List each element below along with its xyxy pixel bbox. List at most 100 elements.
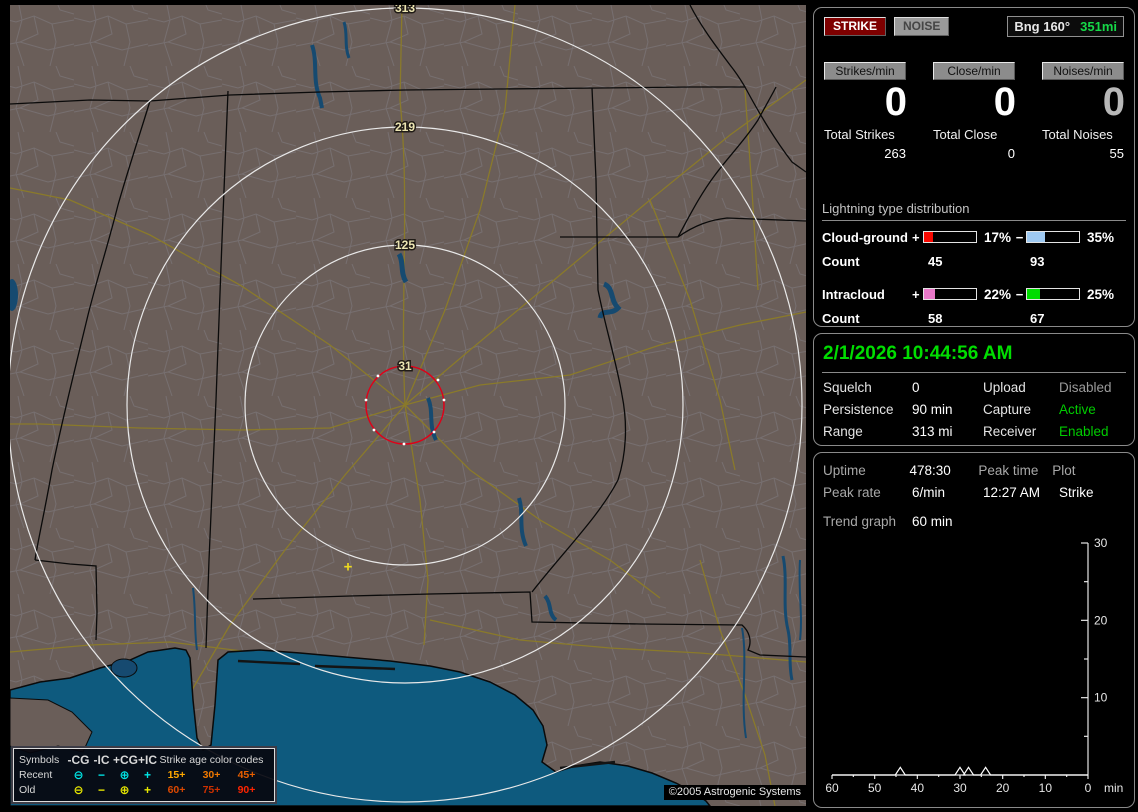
cg-plus-pct: 17% bbox=[984, 229, 1012, 245]
peak-rate-value: 6/min bbox=[912, 485, 946, 500]
peak-time-label: Peak time bbox=[978, 463, 1039, 478]
bearing-readout: Bng 160° 351mi bbox=[1007, 15, 1124, 37]
squelch-label: Squelch bbox=[823, 380, 872, 395]
upload-label: Upload bbox=[983, 380, 1026, 395]
ring-label-313: 313 bbox=[395, 5, 415, 15]
circle-minus-icon: ⊖ bbox=[73, 782, 84, 797]
circle-plus-icon: ⊕ bbox=[119, 782, 130, 797]
cg-minus-bar bbox=[1026, 231, 1080, 243]
total-close-label: Total Close bbox=[933, 127, 998, 142]
ic-minus-pct: 25% bbox=[1087, 286, 1115, 302]
age-75: 75+ bbox=[202, 783, 221, 796]
age-15: 15+ bbox=[167, 768, 186, 781]
status-row: Persistence 90 min Capture Active bbox=[822, 402, 1126, 417]
cg-plus-bar bbox=[923, 231, 977, 243]
age-30: 30+ bbox=[202, 768, 221, 781]
range-label: Range bbox=[823, 424, 863, 439]
svg-text:10: 10 bbox=[1039, 781, 1053, 795]
noises-counter: Noises/min 0 Total Noises 55 bbox=[1042, 62, 1125, 161]
minus-sign: − bbox=[1015, 229, 1024, 245]
squelch-value: 0 bbox=[912, 380, 920, 395]
strike-symbol: + bbox=[344, 559, 353, 576]
ring-label-31: 31 bbox=[398, 359, 412, 373]
uptime-label: Uptime bbox=[823, 463, 866, 478]
ring-label-125: 125 bbox=[395, 238, 415, 252]
cloud-ground-row: Cloud-ground + 17% − 35% bbox=[822, 229, 1126, 245]
age-90: 90+ bbox=[237, 783, 256, 796]
total-noises-value: 55 bbox=[1109, 146, 1124, 161]
svg-text:20: 20 bbox=[1094, 613, 1108, 627]
map-legend: Symbols -CG -IC +CG +IC Strike age color… bbox=[13, 748, 275, 802]
trend-panel: Uptime 478:30 Peak time Plot Peak rate 6… bbox=[813, 452, 1135, 808]
legend-recent-label: Recent bbox=[19, 768, 53, 781]
ic-minus-count: 67 bbox=[1029, 311, 1045, 326]
total-close-value: 0 bbox=[1007, 146, 1015, 161]
noises-per-min-label: Noises/min bbox=[1042, 62, 1124, 80]
bearing-value: Bng 160° bbox=[1014, 18, 1071, 34]
legend-header-row: Symbols -CG -IC +CG +IC Strike age color… bbox=[19, 752, 272, 767]
legend-old-label: Old bbox=[19, 783, 36, 796]
trend-chart: 10 20 30 60 50 40 30 20 10 0 min bbox=[825, 536, 1123, 795]
circle-minus-icon: ⊖ bbox=[73, 767, 84, 782]
minus-icon: − bbox=[97, 782, 105, 797]
distribution-title: Lightning type distribution bbox=[822, 201, 1126, 221]
status-row: Range 313 mi Receiver Enabled bbox=[822, 424, 1126, 439]
copyright-label: ©2005 Astrogenic Systems bbox=[663, 785, 806, 800]
close-per-min-label: Close/min bbox=[933, 62, 1015, 80]
legend-age-header: Strike age color codes bbox=[159, 753, 264, 766]
receiver-status: Enabled bbox=[1059, 424, 1109, 439]
trend-window-value: 60 min bbox=[912, 514, 953, 529]
capture-status: Active bbox=[1059, 402, 1096, 417]
upload-status: Disabled bbox=[1059, 380, 1112, 395]
close-per-min-value: 0 bbox=[993, 80, 1016, 124]
svg-text:40: 40 bbox=[911, 781, 925, 795]
ic-minus-bar bbox=[1026, 288, 1080, 300]
capture-label: Capture bbox=[983, 402, 1032, 417]
strike-map[interactable]: 313 219 125 31 + Symbols -CG -IC +CG +IC… bbox=[10, 5, 806, 806]
cg-plus-count: 45 bbox=[927, 254, 943, 269]
svg-text:50: 50 bbox=[868, 781, 882, 795]
strikes-counter: Strikes/min 0 Total Strikes 263 bbox=[824, 62, 907, 161]
circle-plus-icon: ⊕ bbox=[119, 767, 130, 782]
cloud-ground-count-row: Count 45 93 bbox=[822, 254, 1126, 270]
status-panel: 2/1/2026 10:44:56 AM Squelch 0 Upload Di… bbox=[813, 333, 1135, 446]
count-label: Count bbox=[822, 254, 860, 269]
svg-text:20: 20 bbox=[996, 781, 1010, 795]
counters-panel: STRIKE NOISE Bng 160° 351mi Strikes/min … bbox=[813, 7, 1135, 327]
minus-sign: − bbox=[1015, 286, 1024, 302]
datetime-display: 2/1/2026 10:44:56 AM bbox=[822, 342, 1126, 373]
svg-text:30: 30 bbox=[953, 781, 967, 795]
cg-minus-count: 93 bbox=[1029, 254, 1045, 269]
plot-label: Plot bbox=[1052, 463, 1076, 478]
intracloud-count-row: Count 58 67 bbox=[822, 311, 1126, 327]
plus-icon: + bbox=[143, 782, 151, 797]
svg-text:30: 30 bbox=[1094, 536, 1108, 550]
total-noises-label: Total Noises bbox=[1042, 127, 1113, 142]
age-60: 60+ bbox=[167, 783, 186, 796]
app-window: 313 219 125 31 + Symbols -CG -IC +CG +IC… bbox=[0, 0, 1138, 812]
trend-graph-label: Trend graph bbox=[823, 514, 897, 529]
status-row: Squelch 0 Upload Disabled bbox=[822, 380, 1126, 395]
close-counter: Close/min 0 Total Close 0 bbox=[933, 62, 1016, 161]
cloud-ground-label: Cloud-ground bbox=[822, 229, 908, 245]
plot-mode-value: Strike bbox=[1059, 485, 1094, 500]
bearing-distance: 351mi bbox=[1080, 18, 1117, 34]
stats-row: Peak rate 6/min 12:27 AM Strike bbox=[822, 485, 1126, 500]
sidebar: STRIKE NOISE Bng 160° 351mi Strikes/min … bbox=[813, 7, 1135, 808]
legend-old-row: Old ⊖ − ⊕ + 60+ 75+ 90+ bbox=[19, 782, 272, 797]
receiver-label: Receiver bbox=[983, 424, 1037, 439]
trend-row: Trend graph 60 min bbox=[822, 514, 1126, 529]
count-label: Count bbox=[822, 311, 860, 326]
strike-mode-button[interactable]: STRIKE bbox=[824, 16, 887, 36]
svg-text:60: 60 bbox=[825, 781, 839, 795]
noise-mode-button[interactable]: NOISE bbox=[894, 16, 950, 36]
legend-symbols-header: Symbols bbox=[19, 753, 60, 766]
intracloud-row: Intracloud + 22% − 25% bbox=[822, 286, 1126, 302]
legend-col-pos-cg: +CG bbox=[113, 752, 139, 767]
uptime-value: 478:30 bbox=[909, 463, 951, 478]
plus-icon: + bbox=[143, 767, 151, 782]
legend-col-neg-cg: -CG bbox=[67, 752, 90, 767]
legend-recent-row: Recent ⊖ − ⊕ + 15+ 30+ 45+ bbox=[19, 767, 272, 782]
total-strikes-label: Total Strikes bbox=[824, 127, 895, 142]
peak-rate-label: Peak rate bbox=[823, 485, 881, 500]
